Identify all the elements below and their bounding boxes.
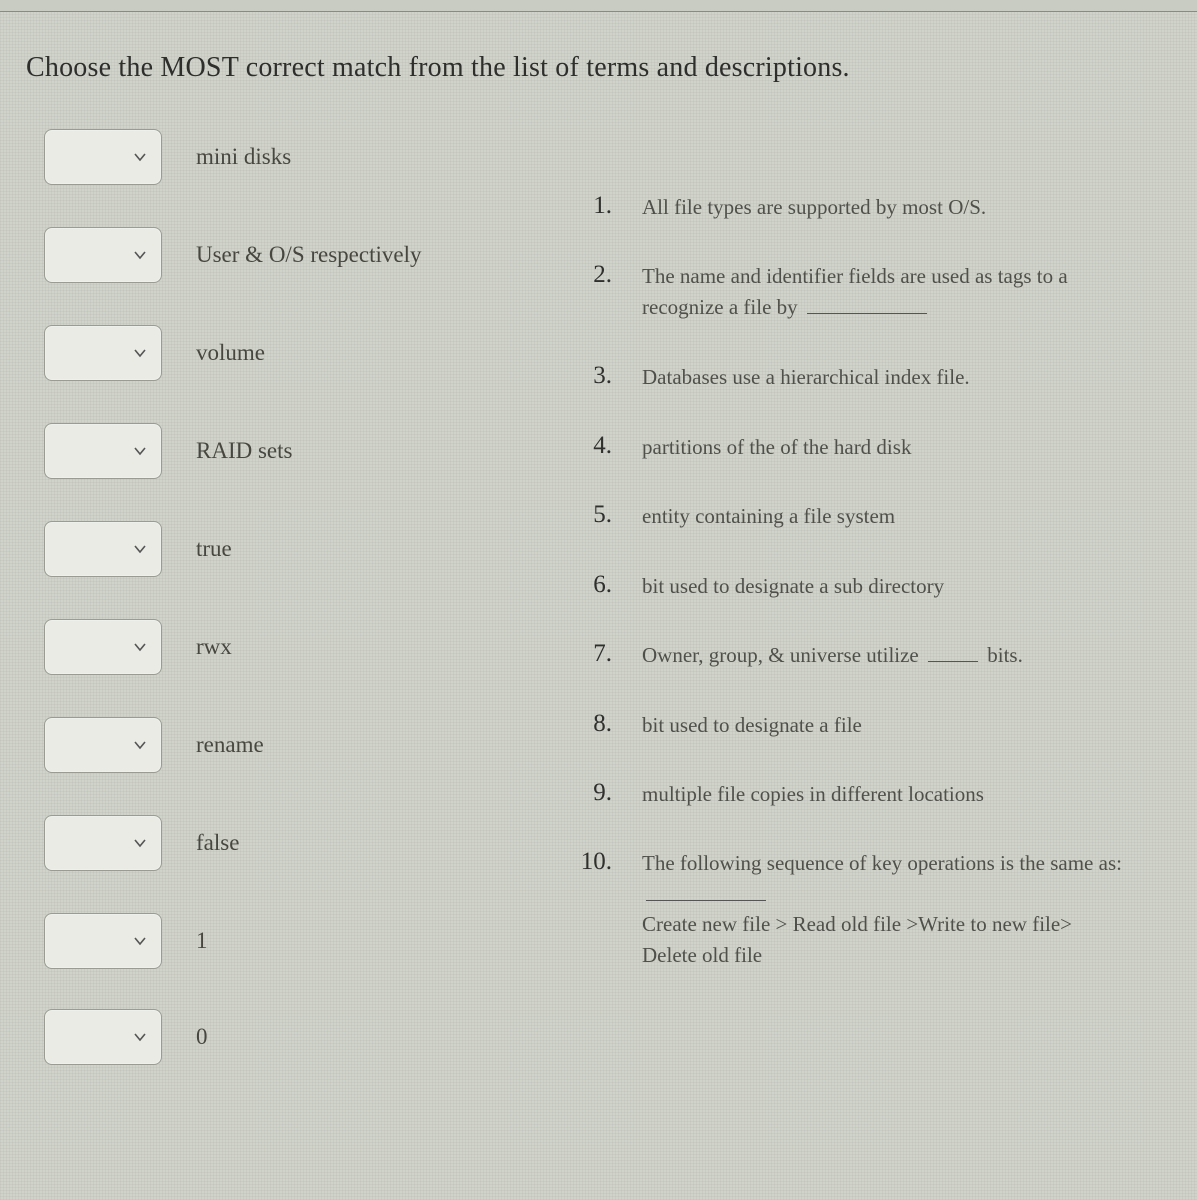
match-dropdown-4[interactable]: [44, 423, 162, 479]
description-row: 7. Owner, group, & universe utilize bits…: [570, 640, 1130, 670]
match-dropdown-6[interactable]: [44, 619, 162, 675]
blank-line: [646, 900, 766, 901]
description-row: 10. The following sequence of key operat…: [570, 848, 1130, 970]
description-text: partitions of the of the hard disk: [620, 432, 1130, 462]
match-dropdown-9[interactable]: [44, 913, 162, 969]
term-label: rename: [196, 732, 264, 758]
description-text-post: bits.: [987, 643, 1023, 667]
description-text-post: Create new file > Read old file >Write t…: [642, 912, 1072, 966]
term-label: false: [196, 830, 239, 856]
match-dropdown-8[interactable]: [44, 815, 162, 871]
descriptions-column: 1. All file types are supported by most …: [570, 192, 1130, 1009]
match-dropdown-10[interactable]: [44, 1009, 162, 1065]
term-row: mini disks: [44, 129, 544, 185]
term-row: User & O/S respectively: [44, 227, 544, 283]
term-row: volume: [44, 325, 544, 381]
chevron-down-icon: [133, 542, 147, 556]
description-row: 9. multiple file copies in different loc…: [570, 779, 1130, 809]
description-row: 8. bit used to designate a file: [570, 710, 1130, 740]
description-number: 2.: [570, 261, 620, 289]
description-text: All file types are supported by most O/S…: [620, 192, 1130, 222]
term-row: true: [44, 521, 544, 577]
description-row: 2. The name and identifier fields are us…: [570, 261, 1130, 322]
term-label: volume: [196, 340, 265, 366]
description-row: 6. bit used to designate a sub directory: [570, 571, 1130, 601]
chevron-down-icon: [133, 150, 147, 164]
match-dropdown-2[interactable]: [44, 227, 162, 283]
match-dropdown-1[interactable]: [44, 129, 162, 185]
description-number: 8.: [570, 710, 620, 738]
description-text: The name and identifier fields are used …: [620, 261, 1130, 322]
chevron-down-icon: [133, 738, 147, 752]
description-row: 4. partitions of the of the hard disk: [570, 432, 1130, 462]
description-text: entity containing a file system: [620, 501, 1130, 531]
description-row: 1. All file types are supported by most …: [570, 192, 1130, 222]
term-row: rename: [44, 717, 544, 773]
description-number: 5.: [570, 501, 620, 529]
description-number: 4.: [570, 432, 620, 460]
top-rule: [0, 0, 1197, 12]
chevron-down-icon: [133, 836, 147, 850]
chevron-down-icon: [133, 346, 147, 360]
instruction-text: Choose the MOST correct match from the l…: [26, 52, 850, 84]
description-text: bit used to designate a file: [620, 710, 1130, 740]
description-text-pre: Owner, group, & universe utilize: [642, 643, 919, 667]
term-label: User & O/S respectively: [196, 242, 421, 268]
description-text-pre: The following sequence of key operations…: [642, 851, 1122, 875]
term-label: RAID sets: [196, 438, 292, 464]
terms-column: mini disks User & O/S respectively volum…: [44, 129, 544, 1107]
match-dropdown-7[interactable]: [44, 717, 162, 773]
chevron-down-icon: [133, 248, 147, 262]
match-dropdown-5[interactable]: [44, 521, 162, 577]
description-number: 1.: [570, 192, 620, 220]
description-number: 10.: [570, 848, 620, 876]
description-number: 9.: [570, 779, 620, 807]
match-dropdown-3[interactable]: [44, 325, 162, 381]
term-label: true: [196, 536, 232, 562]
description-text-pre: The name and identifier fields are used …: [642, 264, 1068, 318]
description-row: 3. Databases use a hierarchical index fi…: [570, 362, 1130, 392]
description-number: 3.: [570, 362, 620, 390]
term-row: rwx: [44, 619, 544, 675]
description-number: 6.: [570, 571, 620, 599]
description-text: multiple file copies in different locati…: [620, 779, 1130, 809]
description-text: bit used to designate a sub directory: [620, 571, 1130, 601]
term-row: false: [44, 815, 544, 871]
blank-line: [807, 313, 927, 314]
term-row: 0: [44, 1009, 544, 1065]
description-text: Databases use a hierarchical index file.: [620, 362, 1130, 392]
chevron-down-icon: [133, 1030, 147, 1044]
term-row: 1: [44, 913, 544, 969]
term-row: RAID sets: [44, 423, 544, 479]
term-label: rwx: [196, 634, 232, 660]
description-number: 7.: [570, 640, 620, 668]
chevron-down-icon: [133, 444, 147, 458]
blank-line: [928, 661, 978, 662]
description-text: The following sequence of key operations…: [620, 848, 1130, 970]
description-row: 5. entity containing a file system: [570, 501, 1130, 531]
term-label: 0: [196, 1024, 208, 1050]
term-label: mini disks: [196, 144, 291, 170]
description-text: Owner, group, & universe utilize bits.: [620, 640, 1130, 670]
chevron-down-icon: [133, 934, 147, 948]
chevron-down-icon: [133, 640, 147, 654]
term-label: 1: [196, 928, 208, 954]
